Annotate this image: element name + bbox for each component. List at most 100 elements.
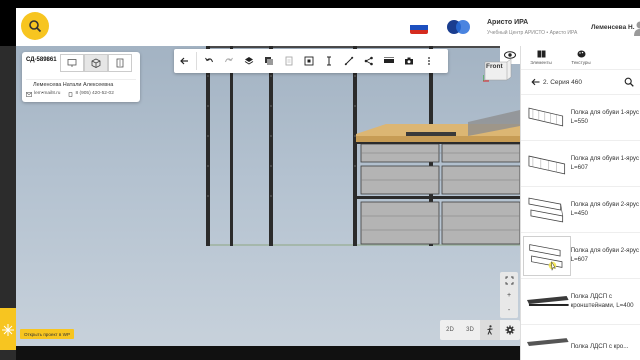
catalog-item-label: Полка ЛДСП с кронштейнами, L=400 bbox=[570, 293, 634, 309]
search-button[interactable] bbox=[21, 12, 49, 40]
catalog-item[interactable]: Полка для обуви 1-ярус L=607 bbox=[521, 140, 640, 186]
camera-icon bbox=[405, 57, 413, 65]
layers-icon bbox=[244, 57, 254, 65]
screenshot-button[interactable] bbox=[399, 51, 419, 71]
editor-toolbar bbox=[174, 49, 448, 73]
breadcrumb-label: 2. Серия 460 bbox=[543, 78, 582, 86]
overlap-squares-icon bbox=[265, 57, 273, 65]
share-icon bbox=[364, 56, 373, 66]
measure-icon bbox=[344, 56, 354, 66]
catalog-item[interactable]: Полка для обуви 2-ярус L=450 bbox=[521, 186, 640, 232]
view-toggle bbox=[60, 54, 132, 72]
cabinet-icon bbox=[537, 50, 545, 58]
shoe-shelf-thumbnail bbox=[528, 197, 564, 222]
search-icon[interactable] bbox=[624, 77, 634, 87]
top-bar: Аристо ИРА Учебный Центр АРИСТО • Аристо… bbox=[16, 8, 640, 46]
catalog-item-label: Полка для обуви 1-ярус L=550 bbox=[570, 109, 639, 125]
layers-button[interactable] bbox=[239, 51, 259, 71]
undo-icon bbox=[205, 57, 213, 63]
view-cube[interactable]: Front bbox=[483, 59, 513, 83]
zoom-panel: + - bbox=[500, 272, 518, 318]
dimension-icon bbox=[384, 57, 394, 63]
back-button[interactable] bbox=[174, 51, 194, 71]
org-subtitle: Учебный Центр АРИСТО • Аристо ИРА bbox=[487, 30, 578, 36]
text-cursor-icon bbox=[327, 56, 331, 66]
ldsp-shelf-thumbnail bbox=[526, 337, 569, 346]
mode-3d-button[interactable]: 3D bbox=[460, 320, 480, 340]
bottom-bar bbox=[16, 346, 520, 360]
zoom-in-button[interactable]: + bbox=[507, 292, 511, 299]
text-cursor-button[interactable] bbox=[319, 51, 339, 71]
search-icon bbox=[29, 20, 42, 33]
view-mode-panel: 2D 3D bbox=[440, 320, 520, 340]
org-logo bbox=[447, 20, 470, 34]
fullscreen-icon[interactable] bbox=[505, 276, 514, 285]
catalog-item-label: Полка для обуви 2-ярус L=607 bbox=[570, 247, 640, 263]
more-menu-button[interactable] bbox=[419, 51, 439, 71]
mode-2d-button[interactable]: 2D bbox=[440, 320, 460, 340]
mail-icon bbox=[26, 91, 32, 97]
building-view-button[interactable] bbox=[108, 54, 132, 72]
client-email[interactable]: lem•mail8.ru bbox=[34, 91, 60, 97]
client-phone[interactable]: 8 (905) 420-52-02 bbox=[75, 91, 113, 97]
share-button[interactable] bbox=[359, 51, 379, 71]
select-frame-button[interactable] bbox=[299, 51, 319, 71]
tab-textures[interactable]: Текстуры bbox=[561, 46, 601, 69]
client-name: Леменсева Натали Алексеевна bbox=[33, 82, 114, 88]
tab-elements[interactable]: Элементы bbox=[521, 46, 561, 69]
gear-icon bbox=[505, 325, 515, 335]
arrow-left-icon[interactable] bbox=[531, 78, 540, 86]
catalog-item[interactable]: Полка для обуви 1-ярус L=550 bbox=[521, 94, 640, 140]
catalog-item[interactable]: Полка ЛДСП с кронштейнами, L=400 bbox=[521, 278, 640, 324]
catalog-tabs: Элементы Текстуры bbox=[521, 46, 640, 70]
user-avatar-icon[interactable] bbox=[634, 20, 640, 36]
shoe-shelf-thumbnail bbox=[528, 107, 564, 126]
eye-icon bbox=[504, 51, 516, 59]
breadcrumb[interactable]: 2. Серия 460 bbox=[521, 70, 640, 94]
arrow-left-icon bbox=[180, 57, 188, 65]
open-in-wp-button[interactable]: Открыть проект в WP bbox=[20, 329, 75, 339]
zoom-out-button[interactable]: - bbox=[508, 307, 510, 314]
more-vertical-icon bbox=[428, 57, 430, 65]
view-cube-label: Front bbox=[486, 63, 503, 70]
app-window: Аристо ИРА Учебный Центр АРИСТО • Аристо… bbox=[0, 0, 640, 360]
redo-button[interactable] bbox=[219, 51, 239, 71]
sidebar-accent[interactable] bbox=[0, 308, 16, 350]
org-name[interactable]: Аристо ИРА bbox=[487, 19, 528, 26]
catalog-panel: Элементы Текстуры 2. Серия 460 Полка для… bbox=[520, 46, 640, 360]
tab-elements-label: Элементы bbox=[530, 60, 552, 65]
project-info-card: СД-589861 Леменсева Натали Алексеевна le… bbox=[22, 52, 140, 102]
person-walk-icon bbox=[487, 325, 493, 335]
building-icon bbox=[116, 58, 124, 68]
project-id[interactable]: СД-589861 bbox=[26, 57, 57, 63]
comment-view-button[interactable] bbox=[60, 54, 84, 72]
catalog-item[interactable]: Полка ЛДСП с кро... bbox=[521, 324, 640, 360]
document-icon bbox=[285, 56, 293, 66]
phone-icon bbox=[69, 91, 73, 97]
shoe-shelf-thumbnail bbox=[523, 235, 571, 276]
catalog-item-selected[interactable]: Полка для обуви 2-ярус L=607 bbox=[521, 232, 640, 278]
catalog-item-label: Полка ЛДСП с кро... bbox=[570, 343, 629, 351]
cube-icon bbox=[91, 58, 101, 68]
catalog-item-label: Полка для обуви 2-ярус L=450 bbox=[570, 201, 639, 217]
dimension-button[interactable] bbox=[379, 51, 399, 71]
walk-mode-button[interactable] bbox=[480, 320, 500, 340]
open-in-wp-label: Открыть проект в WP bbox=[24, 331, 71, 337]
3d-viewport[interactable]: СД-589861 Леменсева Натали Алексеевна le… bbox=[16, 46, 520, 346]
left-sidebar bbox=[0, 46, 16, 360]
user-name[interactable]: Леменсева Н. bbox=[591, 24, 635, 31]
tab-textures-label: Текстуры bbox=[571, 60, 591, 65]
client-info: Леменсева Натали Алексеевна lem•mail8.ru… bbox=[26, 79, 136, 97]
contact-row: lem•mail8.ru 8 (905) 420-52-02 bbox=[26, 91, 136, 97]
russian-flag-icon[interactable] bbox=[410, 21, 428, 34]
material-button[interactable] bbox=[259, 51, 279, 71]
undo-button[interactable] bbox=[199, 51, 219, 71]
toolbar-divider bbox=[196, 52, 197, 70]
settings-button[interactable] bbox=[500, 320, 520, 340]
monitor-icon bbox=[67, 59, 77, 67]
palette-icon bbox=[577, 50, 585, 58]
3d-box-view-button[interactable] bbox=[84, 54, 108, 72]
measure-button[interactable] bbox=[339, 51, 359, 71]
frame-select-icon bbox=[304, 56, 314, 66]
document-button[interactable] bbox=[279, 51, 299, 71]
